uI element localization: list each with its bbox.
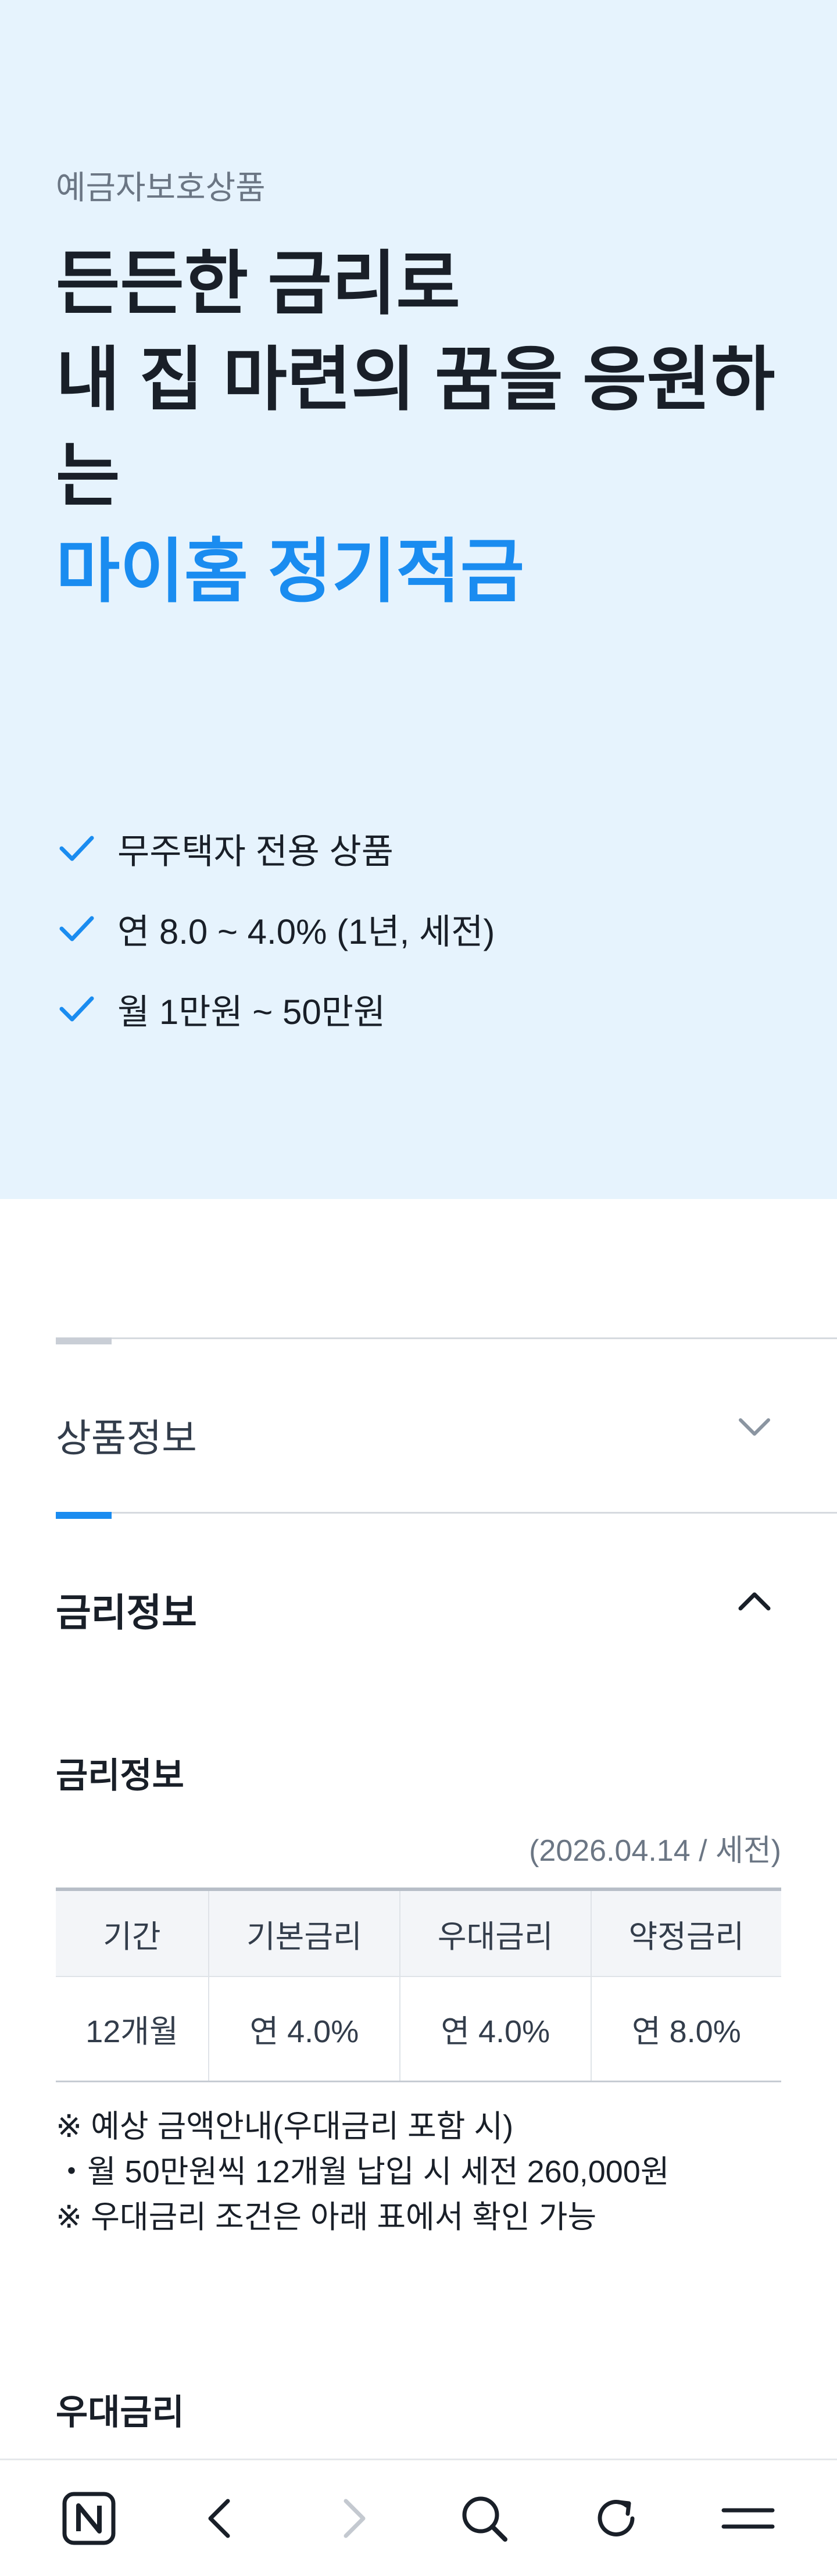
note-line: ※ 예상 금액안내(우대금리 포함 시) — [56, 2109, 514, 2144]
table-cell: 연 4.0% — [399, 1976, 591, 2082]
table-header-preferential-rate: 우대금리 — [399, 1888, 591, 1977]
hero-title: 든든한 금리로 내 집 마련의 꿈을 응원하 는 마이홈 정기적금 — [56, 236, 788, 620]
hero-title-line-2: 내 집 마련의 꿈을 응원하 — [56, 341, 775, 419]
hero-title-line-1: 든든한 금리로 — [56, 245, 460, 323]
feature-list: 무주택자 전용 상품 연 8.0 ~ 4.0% (1년, 세전) 월 1만원 ~… — [56, 808, 495, 1049]
note-line: ※ 우대금리 조건은 아래 표에서 확인 가능 — [56, 2200, 597, 2235]
refresh-icon[interactable] — [575, 2478, 657, 2559]
naver-home-icon[interactable] — [48, 2478, 130, 2559]
preferential-rate-heading: 우대금리 — [56, 2393, 184, 2432]
rate-date-note: (2026.04.14 / 세전) — [529, 1834, 781, 1868]
note-line: ・월 50만원씩 12개월 납입 시 세전 260,000원 — [56, 2154, 670, 2189]
check-icon — [56, 827, 98, 869]
accordion-divider — [56, 1337, 837, 1339]
feature-text: 무주택자 전용 상품 — [117, 832, 394, 871]
hero-title-line-3: 는 — [56, 437, 120, 515]
chevron-down-icon[interactable] — [734, 1406, 775, 1448]
back-icon[interactable] — [180, 2478, 262, 2559]
table-cell: 연 4.0% — [208, 1976, 400, 2082]
accordion-title-rate-info: 금리정보 — [56, 1591, 197, 1634]
feature-item: 무주택자 전용 상품 — [56, 808, 495, 889]
hero-banner: 예금자보호상품 든든한 금리로 내 집 마련의 꿈을 응원하 는 마이홈 정기적… — [0, 0, 837, 1199]
menu-icon[interactable] — [707, 2478, 789, 2559]
table-cell: 12개월 — [56, 1976, 209, 2082]
feature-item: 월 1만원 ~ 50만원 — [56, 969, 495, 1049]
accordion-rate-info[interactable]: 금리정보 — [56, 1512, 837, 1663]
accordion-product-info[interactable]: 상품정보 — [56, 1337, 837, 1512]
browser-bottom-bar — [0, 2459, 837, 2576]
chevron-up-icon[interactable] — [734, 1580, 775, 1622]
deposit-protection-badge: 예금자보호상품 — [56, 169, 266, 206]
accordion-divider — [56, 1512, 837, 1514]
accordion-tab-indicator — [56, 1337, 112, 1344]
check-icon — [56, 988, 98, 1030]
feature-item: 연 8.0 ~ 4.0% (1년, 세전) — [56, 889, 495, 969]
feature-text: 연 8.0 ~ 4.0% (1년, 세전) — [117, 912, 495, 951]
rate-info-heading: 금리정보 — [56, 1756, 184, 1795]
table-header-contract-rate: 약정금리 — [590, 1888, 781, 1977]
table-header-row: 기간 기본금리 우대금리 약정금리 — [56, 1888, 781, 1977]
accordion-title-product-info: 상품정보 — [56, 1417, 197, 1460]
accordion-tab-indicator — [56, 1512, 112, 1519]
rate-notes: ※ 예상 금액안내(우대금리 포함 시) ・월 50만원씩 12개월 납입 시 … — [56, 2104, 670, 2240]
product-name: 마이홈 정기적금 — [56, 533, 525, 611]
check-icon — [56, 908, 98, 950]
feature-text: 월 1만원 ~ 50만원 — [117, 992, 386, 1032]
table-cell: 연 8.0% — [590, 1976, 781, 2082]
rate-table: 기간 기본금리 우대금리 약정금리 12개월 연 4.0% 연 4.0% 연 8… — [56, 1888, 781, 2082]
table-row: 12개월 연 4.0% 연 4.0% 연 8.0% — [56, 1976, 781, 2082]
forward-icon[interactable] — [312, 2478, 394, 2559]
table-header-base-rate: 기본금리 — [208, 1888, 400, 1977]
search-icon[interactable] — [443, 2478, 525, 2559]
table-header-period: 기간 — [56, 1888, 209, 1977]
